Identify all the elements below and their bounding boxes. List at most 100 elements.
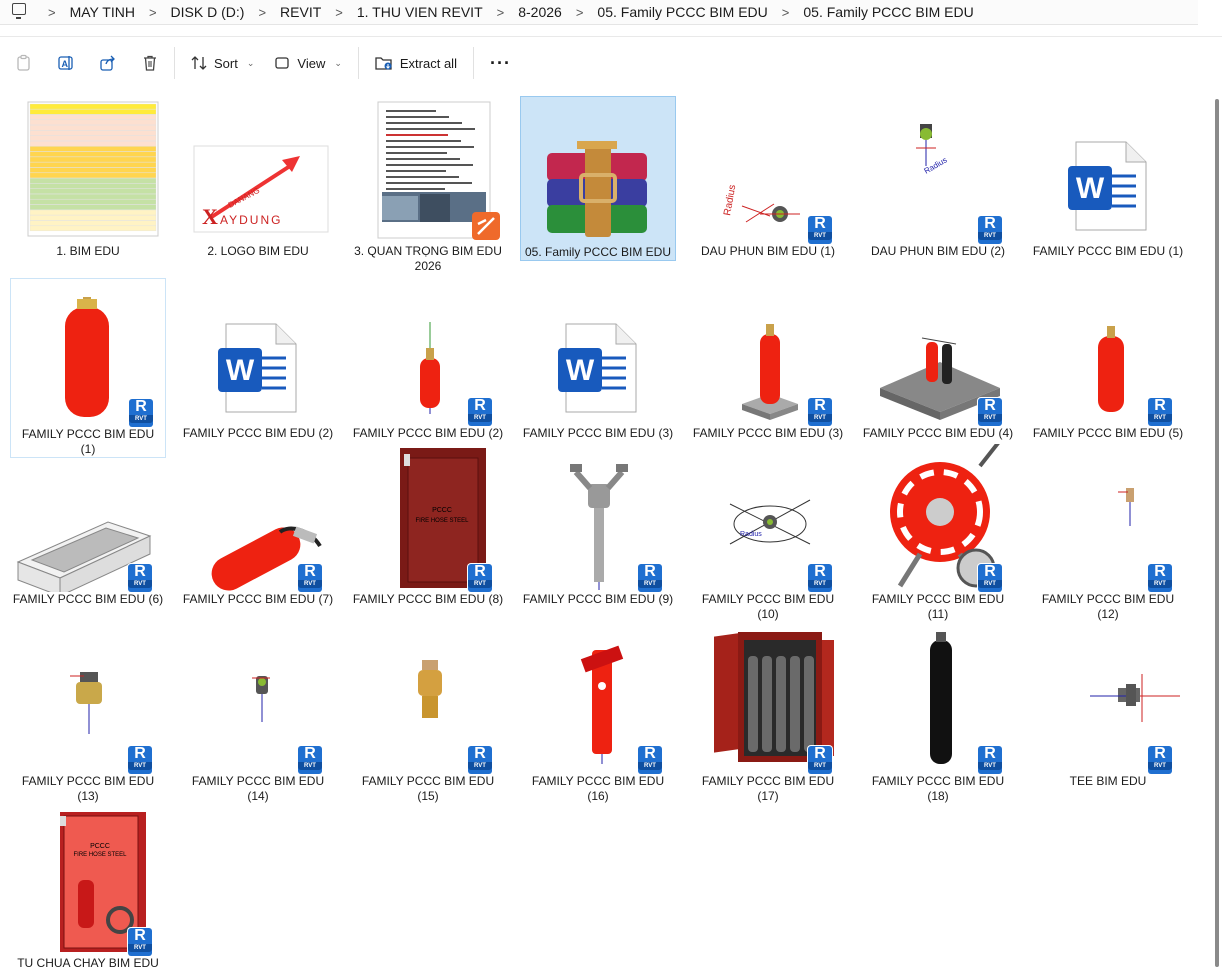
word-document-icon: W [180, 278, 336, 426]
breadcrumb-item[interactable]: REVIT [280, 4, 321, 20]
file-item[interactable]: Radius R RVT DAU PHUN BIM EDU (2) [860, 96, 1016, 259]
revit-badge-ext: RVT [638, 762, 662, 770]
pdf-thumbnail [350, 96, 506, 244]
file-name: DAU PHUN BIM EDU (2) [870, 244, 1005, 258]
file-item[interactable]: R RVT FAMILY PCCC BIM EDU (3) [690, 278, 846, 441]
file-item[interactable]: 1. BIM EDU [10, 96, 166, 259]
file-item[interactable]: R RVT FAMILY PCCC BIM EDU (14) [180, 626, 336, 804]
revit-badge-letter: R [1154, 745, 1166, 762]
file-item[interactable]: Radius R RVT FAMILY PCCC BIM EDU (10) [690, 444, 846, 622]
computer-icon[interactable] [12, 3, 26, 19]
breadcrumb-item[interactable]: 05. Family PCCC BIM EDU [803, 4, 973, 20]
revit-badge-ext: RVT [129, 415, 153, 423]
file-item[interactable]: R RVT FAMILY PCCC BIM EDU (16) [520, 626, 676, 804]
file-thumbnail: R RVT [690, 278, 846, 426]
command-bar: A Sort ⌄ View ⌄ Extract all ··· [0, 36, 1222, 89]
file-item[interactable]: 3. QUAN TRỌNG BIM EDU 2026 [350, 96, 506, 274]
extract-all-button[interactable]: Extract all [365, 47, 467, 79]
view-button[interactable]: View ⌄ [264, 47, 352, 79]
file-item[interactable]: W FAMILY PCCC BIM EDU (2) [180, 278, 336, 441]
file-item[interactable]: R RVT FAMILY PCCC BIM EDU (13) [10, 626, 166, 804]
revit-badge-ext: RVT [1148, 580, 1172, 588]
sort-button[interactable]: Sort ⌄ [181, 47, 264, 79]
share-icon[interactable] [90, 45, 126, 81]
revit-file-icon: R RVT [808, 398, 832, 426]
file-name: FAMILY PCCC BIM EDU (1) [1032, 244, 1184, 258]
file-item[interactable]: R RVT FAMILY PCCC BIM EDU (2) [350, 278, 506, 441]
breadcrumb-item[interactable]: DISK D (D:) [171, 4, 245, 20]
file-name: FAMILY PCCC BIM EDU (2) [182, 426, 334, 440]
file-item[interactable]: PCCC FIRE HOSE STEEL R RVT FAMILY PCCC BIM E… [350, 444, 506, 607]
chevron-right-icon[interactable]: > [258, 5, 266, 20]
file-item[interactable]: R RVT FAMILY PCCC BIM EDU (7) [180, 444, 336, 607]
address-bar[interactable]: > MAY TINH > DISK D (D:) > REVIT >1. THU VIEN … [0, 0, 1198, 25]
chevron-right-icon[interactable]: > [576, 5, 584, 20]
file-name: 2. LOGO BIM EDU [207, 244, 309, 258]
file-item[interactable]: W FAMILY PCCC BIM EDU (1) [1030, 96, 1186, 259]
file-thumbnail: Radius R RVT [690, 444, 846, 592]
file-item[interactable]: R RVT FAMILY PCCC BIM EDU (12) [1030, 444, 1186, 622]
file-thumbnail: R RVT [1030, 626, 1186, 774]
file-item[interactable]: W FAMILY PCCC BIM EDU (3) [520, 278, 676, 441]
svg-text:A: A [62, 59, 69, 69]
breadcrumb-item[interactable]: 8-2026 [518, 4, 562, 20]
chevron-down-icon: ⌄ [334, 57, 342, 68]
file-thumbnail: R RVT [10, 626, 166, 774]
revit-file-icon: R RVT [468, 564, 492, 592]
file-item[interactable]: R RVT FAMILY PCCC BIM EDU (5) [1030, 278, 1186, 441]
rename-icon[interactable]: A [48, 45, 84, 81]
file-item[interactable]: R RVT FAMILY PCCC BIM EDU (6) [10, 444, 166, 607]
vertical-scrollbar[interactable] [1215, 99, 1219, 967]
more-options-button[interactable]: ··· [480, 53, 521, 74]
chevron-right-icon[interactable]: > [48, 5, 56, 20]
svg-text:FIRE HOSE STEEL: FIRE HOSE STEEL [73, 852, 127, 858]
file-item[interactable]: Radius R RVT DAU PHUN BIM EDU (1) [690, 96, 846, 259]
file-item[interactable]: R RVT FAMILY PCCC BIM EDU (1) [10, 278, 166, 458]
file-item[interactable]: PCCC FIRE HOSE STEEL R RVT TU CHUA CHAY BIM … [10, 808, 166, 971]
revit-file-icon: R RVT [638, 746, 662, 774]
file-thumbnail: R RVT [180, 444, 336, 592]
file-thumbnail: R RVT [1030, 278, 1186, 426]
file-item[interactable]: R RVT FAMILY PCCC BIM EDU (11) [860, 436, 1016, 622]
chevron-right-icon[interactable]: > [335, 5, 343, 20]
revit-badge-ext: RVT [978, 580, 1002, 588]
revit-badge-ext: RVT [978, 762, 1002, 770]
file-item[interactable]: X AYDUNG DANANG 2. LOGO BIM EDU [180, 96, 336, 259]
revit-file-icon: R RVT [978, 746, 1002, 774]
extract-all-label: Extract all [399, 55, 457, 71]
chevron-right-icon[interactable]: > [149, 5, 157, 20]
file-item[interactable]: R RVT FAMILY PCCC BIM EDU (15) [350, 626, 506, 804]
delete-icon[interactable] [132, 45, 168, 81]
revit-file-icon: R RVT [298, 746, 322, 774]
chevron-right-icon[interactable]: > [497, 5, 505, 20]
file-item[interactable]: 05. Family PCCC BIM EDU [520, 96, 676, 261]
revit-badge-letter: R [134, 745, 146, 762]
file-thumbnail: R RVT [180, 626, 336, 774]
revit-badge-ext: RVT [1148, 762, 1172, 770]
svg-text:FIRE HOSE STEEL: FIRE HOSE STEEL [415, 518, 469, 524]
revit-badge-letter: R [304, 563, 316, 580]
file-thumbnail: Radius R RVT [860, 96, 1016, 244]
file-item[interactable]: R RVT FAMILY PCCC BIM EDU (9) [520, 444, 676, 607]
file-thumbnail: R RVT [860, 436, 1016, 592]
revit-file-icon: R RVT [638, 564, 662, 592]
word-document-icon: W [520, 278, 676, 426]
file-name: TEE BIM EDU [1069, 774, 1147, 788]
revit-badge-letter: R [474, 745, 486, 762]
file-item[interactable]: R RVT TEE BIM EDU [1030, 626, 1186, 789]
file-item[interactable]: R RVT FAMILY PCCC BIM EDU (18) [860, 626, 1016, 804]
breadcrumb-item[interactable]: 1. THU VIEN REVIT [357, 4, 483, 20]
file-item[interactable]: R RVT FAMILY PCCC BIM EDU (17) [690, 626, 846, 804]
chevron-right-icon[interactable]: > [782, 5, 790, 20]
extract-icon [375, 57, 392, 70]
revit-badge-ext: RVT [808, 580, 832, 588]
word-document-icon: W [1030, 96, 1186, 244]
revit-badge-letter: R [474, 397, 486, 414]
breadcrumb-item[interactable]: MAY TINH [70, 4, 135, 20]
file-thumbnail: R RVT [860, 278, 1016, 426]
file-thumbnail: X AYDUNG DANANG [180, 96, 336, 244]
file-thumbnail: PCCC FIRE HOSE STEEL R RVT [350, 444, 506, 592]
paste-icon[interactable] [6, 45, 42, 81]
file-item[interactable]: R RVT FAMILY PCCC BIM EDU (4) [860, 278, 1016, 441]
breadcrumb-item[interactable]: 05. Family PCCC BIM EDU [597, 4, 767, 20]
